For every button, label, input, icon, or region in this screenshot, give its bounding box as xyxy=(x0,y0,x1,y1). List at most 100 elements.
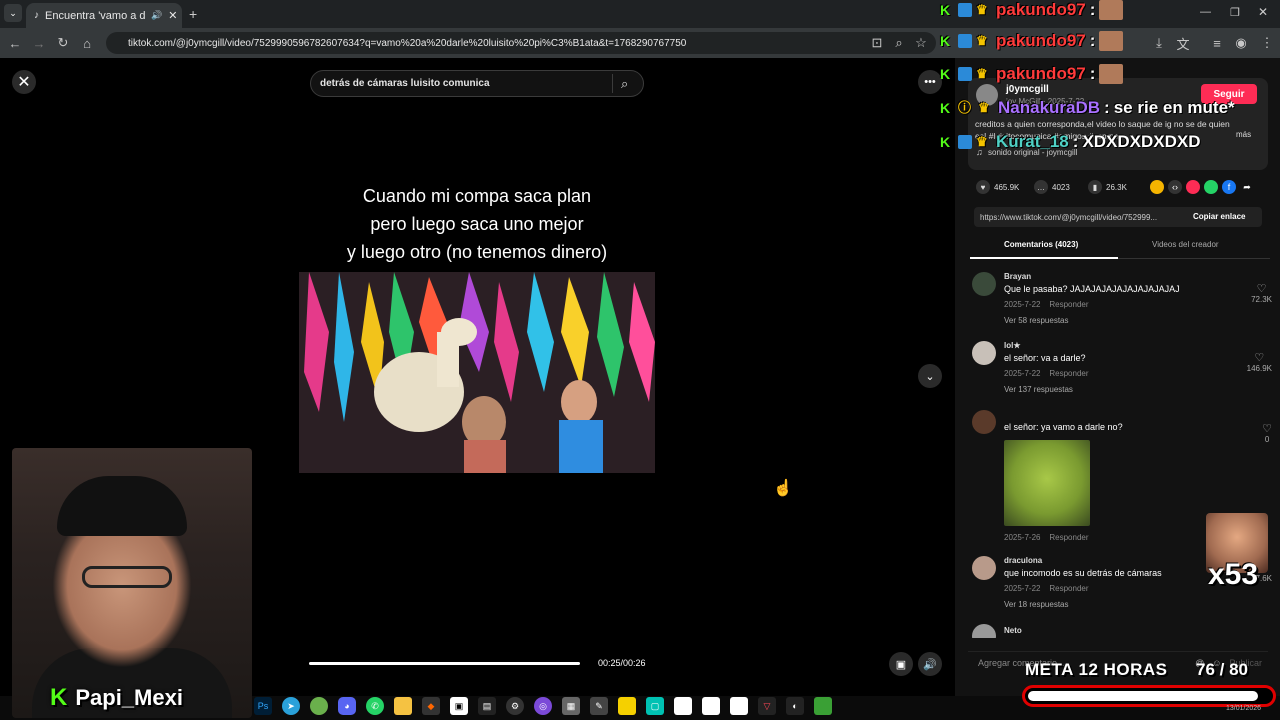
minecraft-icon[interactable] xyxy=(814,697,832,715)
close-video-icon[interactable]: ✕ xyxy=(12,70,36,94)
active-tab[interactable]: ♪ Encuentra 'vamo a darle lu 🔊 ✕ xyxy=(26,3,182,28)
install-app-icon[interactable]: ⊡ xyxy=(868,34,886,52)
view-replies-button[interactable]: Ver 137 respuestas xyxy=(1004,385,1073,394)
tab-comments[interactable]: Comentarios (4023) xyxy=(1004,240,1078,249)
comment-user[interactable]: Brayan xyxy=(1004,272,1031,281)
creator-username[interactable]: j0ymcgill xyxy=(1006,84,1049,95)
deck-icon[interactable]: ▤ xyxy=(478,697,496,715)
whatsapp-taskbar-icon[interactable]: ✆ xyxy=(366,697,384,715)
notes-icon[interactable] xyxy=(618,697,636,715)
back-icon[interactable]: ← xyxy=(6,34,24,52)
epic-icon[interactable]: ▣ xyxy=(450,697,468,715)
volume-icon[interactable]: 🔊 xyxy=(918,652,942,676)
comment-like[interactable]: ♡ 72.3K xyxy=(1251,282,1272,304)
search-input[interactable]: detrás de cámaras luisito comunica xyxy=(310,70,644,97)
description-more-link[interactable]: más xyxy=(1236,130,1251,139)
video-link-text: https://www.tiktok.com/@j0ymcgill/video/… xyxy=(980,212,1158,222)
comment-user[interactable]: Neto xyxy=(1004,626,1022,635)
telegram-icon[interactable]: ➤ xyxy=(282,697,300,715)
minimize-icon[interactable]: — xyxy=(1200,6,1211,18)
video-caption: Cuando mi compa saca plan pero luego sac… xyxy=(300,182,654,266)
embed-icon[interactable]: ‹› xyxy=(1168,180,1182,194)
steam-icon[interactable]: ⚙ xyxy=(506,697,524,715)
comment-avatar[interactable] xyxy=(972,272,996,296)
comment-text: que incomodo es su detrás de cámaras xyxy=(1004,568,1162,578)
discord-icon[interactable]: ◕ xyxy=(338,697,356,715)
saves-count: 26.3K xyxy=(1106,182,1127,192)
search-icon[interactable]: ⌕ xyxy=(621,76,628,92)
tab-search-icon[interactable]: ⌄ xyxy=(4,4,22,22)
saves-stat[interactable]: ▮ 26.3K xyxy=(1088,180,1127,194)
whatsapp-icon[interactable] xyxy=(1204,180,1218,194)
reply-button[interactable]: Responder xyxy=(1049,533,1088,542)
paint-icon[interactable]: ✎ xyxy=(590,697,608,715)
zoom-icon[interactable]: ⌕ xyxy=(890,34,908,52)
download-icon[interactable]: ⤓ xyxy=(1150,34,1168,52)
restore-icon[interactable]: ❐ xyxy=(1230,6,1240,19)
chat-user: pakundo97 xyxy=(996,31,1086,50)
browser-menu-icon[interactable]: ⋮ xyxy=(1258,34,1276,52)
tab-audio-icon[interactable]: 🔊 xyxy=(151,10,162,21)
webcam-hat xyxy=(57,476,187,536)
document-icon[interactable] xyxy=(702,697,720,715)
reload-icon[interactable]: ↻ xyxy=(54,34,72,52)
next-video-icon[interactable]: ⌄ xyxy=(918,364,942,388)
document-icon[interactable] xyxy=(730,697,748,715)
comment-meta: 2025-7-22 Responder xyxy=(1004,584,1089,593)
reply-button[interactable]: Responder xyxy=(1049,369,1088,378)
copy-link-button[interactable]: Copiar enlace xyxy=(1193,212,1245,221)
photoshop-icon[interactable]: Ps xyxy=(254,697,272,715)
document-icon[interactable] xyxy=(674,697,692,715)
tab-creator-videos[interactable]: Videos del creador xyxy=(1152,240,1219,249)
reply-button[interactable]: Responder xyxy=(1049,300,1088,309)
facebook-icon[interactable]: f xyxy=(1222,180,1236,194)
send-icon[interactable] xyxy=(1186,180,1200,194)
comment-avatar[interactable] xyxy=(972,341,996,365)
likes-stat[interactable]: ♥ 465.9K xyxy=(976,180,1019,194)
goal-progress-bar xyxy=(1022,685,1276,707)
comment-user[interactable]: draculona xyxy=(1004,556,1042,565)
translate-icon[interactable]: 文 xyxy=(1174,34,1192,52)
comment-avatar[interactable] xyxy=(972,624,996,638)
crown-badge-icon: ♛ xyxy=(976,66,988,81)
chat-user: pakundo97 xyxy=(996,0,1086,19)
chat-message: K ♛ Kurat_18 : XDXDXDXDXD xyxy=(940,132,1201,152)
comment-like[interactable]: ♡ 0 xyxy=(1262,422,1272,444)
profile-avatar-icon[interactable]: ◉ xyxy=(1232,34,1250,52)
media-control-icon[interactable]: ≡ xyxy=(1208,34,1226,52)
view-replies-button[interactable]: Ver 18 respuestas xyxy=(1004,600,1068,609)
green-app-icon[interactable] xyxy=(310,697,328,715)
chrome-icon[interactable]: ◐ xyxy=(786,697,804,715)
valorant-icon[interactable]: ▽ xyxy=(758,697,776,715)
tiktok-favicon-icon: ♪ xyxy=(34,10,39,21)
comment-like-count: 146.9K xyxy=(1246,364,1272,373)
share-arrow-icon[interactable]: ➦ xyxy=(1240,180,1254,194)
chat-emote xyxy=(1099,64,1124,84)
tab-close-icon[interactable]: ✕ xyxy=(168,9,177,22)
comment-avatar[interactable] xyxy=(972,556,996,580)
view-replies-button[interactable]: Ver 58 respuestas xyxy=(1004,316,1068,325)
address-bar[interactable]: tiktok.com/@j0ymcgill/video/752999059678… xyxy=(106,32,936,54)
capture-icon[interactable]: ▢ xyxy=(646,697,664,715)
brave-icon[interactable]: ◆ xyxy=(422,697,440,715)
photos-icon[interactable]: ▦ xyxy=(562,697,580,715)
comment-image-shrek[interactable] xyxy=(1004,440,1090,526)
chat-separator: : xyxy=(1089,64,1096,83)
file-explorer-icon[interactable] xyxy=(394,697,412,715)
bookmark-star-icon[interactable]: ☆ xyxy=(912,34,930,52)
video-progress-bar[interactable] xyxy=(309,662,580,665)
new-tab-button[interactable]: + xyxy=(189,6,197,22)
crown-badge-icon: ♛ xyxy=(976,33,988,48)
comment-avatar[interactable] xyxy=(972,410,996,434)
comments-stat[interactable]: … 4023 xyxy=(1034,180,1070,194)
comment-like[interactable]: ♡ 146.9K xyxy=(1247,351,1272,373)
picture-in-picture-icon[interactable]: ▣ xyxy=(889,652,913,676)
home-icon[interactable]: ⌂ xyxy=(78,34,96,52)
reply-button[interactable]: Responder xyxy=(1049,584,1088,593)
forward-icon[interactable]: → xyxy=(30,34,48,52)
obs-icon[interactable]: ◎ xyxy=(534,697,552,715)
coin-icon[interactable] xyxy=(1150,180,1164,194)
comment-user[interactable]: lol★ xyxy=(1004,341,1021,350)
window-close-icon[interactable]: ✕ xyxy=(1258,5,1268,19)
more-options-icon[interactable]: ••• xyxy=(918,70,942,94)
